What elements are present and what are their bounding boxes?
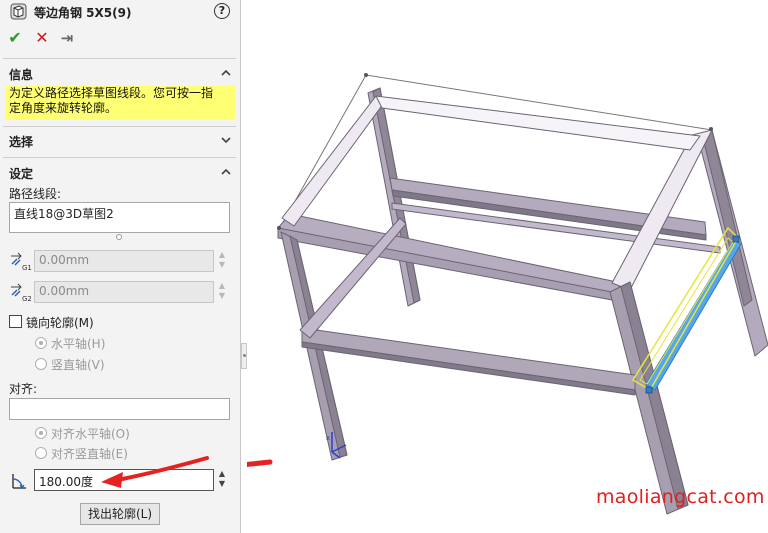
offset-g2-tag: G2 [22, 295, 32, 303]
align-label: 对齐: [9, 382, 38, 396]
resize-handle[interactable] [116, 234, 122, 240]
chevron-down-icon[interactable] [220, 134, 232, 146]
vertex [709, 127, 713, 131]
vertex [364, 73, 368, 77]
pin-icon[interactable]: ⇥ [58, 28, 76, 48]
horizontal-axis-radio[interactable] [35, 337, 47, 349]
mirror-profile-checkbox[interactable] [9, 315, 22, 328]
offset-g1-spinner[interactable]: ▲ ▼ [215, 250, 229, 272]
feature-title: 等边角钢 5X5(9) [34, 6, 132, 20]
path-segment-label: 路径线段: [9, 187, 62, 201]
endpoint-handle [645, 386, 653, 394]
offset-g2-spinner[interactable]: ▲ ▼ [215, 281, 229, 303]
info-section-title[interactable]: 信息 [9, 66, 33, 83]
structural-member-icon [10, 3, 27, 20]
divider [3, 126, 236, 127]
find-profile-button[interactable]: 找出轮廓(L) [80, 503, 160, 525]
offset-g1-input[interactable]: 0.00mm [34, 250, 214, 272]
top-frame-front-face [277, 227, 613, 301]
info-message: 为定义路径选择草图线段。您可按一指 定角度来旋转轮廓。 [6, 86, 235, 120]
red-arrow-icon [101, 456, 209, 488]
ok-button[interactable]: ✔ [6, 28, 24, 48]
divider [3, 157, 236, 158]
top-frame-front-top [281, 95, 387, 227]
top-frame-back-inner [375, 95, 701, 151]
mirror-profile-label: 镜向轮廓(M) [26, 316, 94, 330]
vertical-axis-radio[interactable] [35, 358, 47, 370]
offset-g2-input[interactable]: 0.00mm [34, 281, 214, 303]
title-bar: 等边角钢 5X5(9) ? [0, 0, 241, 24]
vertical-axis-label: 竖直轴(V) [51, 358, 105, 372]
endpoint-handle [732, 235, 740, 243]
align-horizontal-label: 对齐水平轴(O) [51, 427, 130, 441]
annotation-arrow-icon [101, 459, 273, 484]
help-icon[interactable]: ? [214, 3, 230, 19]
path-segment-list[interactable]: 直线18@3D草图2 [9, 202, 230, 233]
align-input[interactable] [9, 398, 230, 420]
rotation-angle-icon [12, 474, 26, 490]
frame-model[interactable]: x [101, 0, 768, 533]
chevron-up-icon[interactable] [220, 67, 232, 79]
lower-front-rail [301, 327, 636, 391]
top-frame-right [611, 129, 713, 291]
divider [3, 58, 236, 59]
align-vertical-radio[interactable] [35, 447, 47, 459]
selection-section-title[interactable]: 选择 [9, 133, 33, 150]
offset-g1-icon: G1 [11, 252, 32, 272]
graphics-viewport[interactable]: x [101, 0, 768, 533]
settings-section-title[interactable]: 设定 [9, 165, 33, 182]
offset-g2-icon: G2 [11, 283, 32, 303]
offset-g1-tag: G1 [22, 264, 32, 272]
selected-member-outline-inner [639, 237, 734, 385]
front-right-leg-edge [620, 281, 689, 510]
rotation-angle-spinner[interactable]: ▲ ▼ [215, 469, 229, 491]
info-message-line: 为定义路径选择草图线段。您可按一指 [9, 86, 214, 100]
watermark: maoliangcat.com [596, 486, 765, 508]
action-row: ✔ ✕ ⇥ [0, 28, 241, 48]
property-manager-panel: 等边角钢 5X5(9) ? ✔ ✕ ⇥ 信息 为定义路径选择草图线段。您可按一指… [0, 0, 241, 533]
align-horizontal-radio[interactable] [35, 427, 47, 439]
chevron-up-icon[interactable] [220, 166, 232, 178]
cancel-button[interactable]: ✕ [33, 28, 51, 48]
info-message-line: 定角度来旋转轮廓。 [9, 101, 118, 115]
horizontal-axis-label: 水平轴(H) [51, 337, 106, 351]
svg-text:x: x [326, 434, 330, 442]
vertex [277, 226, 281, 230]
